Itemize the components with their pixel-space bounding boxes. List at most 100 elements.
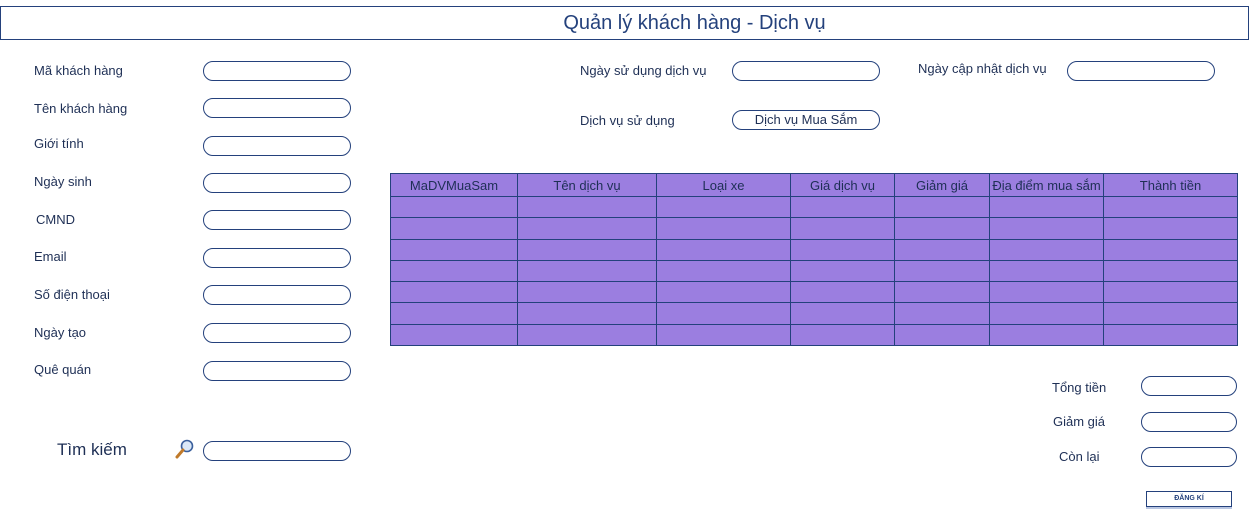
table-cell[interactable]	[790, 281, 895, 304]
table-cell[interactable]	[790, 195, 895, 219]
table-cell[interactable]	[390, 281, 518, 304]
table-cell[interactable]	[894, 323, 990, 347]
total-label: Tổng tiền	[1052, 380, 1107, 395]
table-row[interactable]	[390, 238, 1238, 261]
table-cell[interactable]	[1103, 281, 1238, 304]
phone-field[interactable]	[203, 285, 351, 305]
table-row[interactable]	[390, 217, 1238, 240]
table-cell[interactable]	[894, 302, 990, 325]
gender-label: Giới tính	[34, 136, 84, 151]
table-header-row: MaDVMuaSam Tên dịch vụ Loại xe Giá dịch …	[390, 173, 1238, 197]
created-date-label: Ngày tạo	[34, 325, 87, 340]
magnifier-icon[interactable]	[174, 438, 196, 460]
table-cell[interactable]	[1103, 302, 1238, 325]
email-field[interactable]	[203, 248, 351, 268]
gender-field[interactable]	[203, 136, 351, 156]
table-row[interactable]	[390, 195, 1238, 219]
table-cell[interactable]	[790, 302, 895, 325]
search-label: Tìm kiếm	[57, 440, 127, 459]
table-cell[interactable]	[790, 238, 895, 261]
total-field[interactable]	[1141, 376, 1237, 396]
table-cell[interactable]	[390, 302, 518, 325]
table-cell[interactable]	[390, 217, 518, 240]
customer-id-label: Mã khách hàng	[34, 63, 123, 78]
table-cell[interactable]	[989, 217, 1104, 240]
table-cell[interactable]	[517, 281, 657, 304]
table-cell[interactable]	[517, 195, 657, 219]
col-header-giam-gia[interactable]: Giảm giá	[894, 173, 990, 197]
table-cell[interactable]	[390, 195, 518, 219]
email-label: Email	[34, 249, 67, 264]
id-card-field[interactable]	[203, 210, 351, 230]
table-cell[interactable]	[989, 195, 1104, 219]
table-cell[interactable]	[517, 217, 657, 240]
table-cell[interactable]	[656, 323, 791, 347]
service-date-field[interactable]	[732, 61, 880, 81]
table-cell[interactable]	[656, 281, 791, 304]
table-cell[interactable]	[894, 217, 990, 240]
table-row[interactable]	[390, 259, 1238, 283]
remaining-field[interactable]	[1141, 447, 1237, 467]
table-cell[interactable]	[656, 259, 791, 283]
service-update-date-label: Ngày cập nhật dịch vụ	[918, 61, 1047, 76]
table-row[interactable]	[390, 323, 1238, 347]
table-cell[interactable]	[1103, 238, 1238, 261]
customer-name-field[interactable]	[203, 98, 351, 118]
table-cell[interactable]	[517, 323, 657, 347]
table-cell[interactable]	[390, 238, 518, 261]
service-used-label: Dịch vụ sử dụng	[580, 113, 675, 128]
page-title: Quản lý khách hàng - Dịch vụ	[563, 12, 826, 34]
service-date-label: Ngày sử dụng dịch vụ	[580, 63, 707, 78]
table-cell[interactable]	[1103, 217, 1238, 240]
table-cell[interactable]	[517, 259, 657, 283]
birthdate-label: Ngày sinh	[34, 174, 92, 189]
hometown-field[interactable]	[203, 361, 351, 381]
birthdate-field[interactable]	[203, 173, 351, 193]
table-row[interactable]	[390, 302, 1238, 325]
col-header-madvmuasam[interactable]: MaDVMuaSam	[390, 173, 518, 197]
col-header-loai-xe[interactable]: Loại xe	[656, 173, 791, 197]
col-header-gia-dich-vu[interactable]: Giá dịch vụ	[790, 173, 895, 197]
customer-name-label: Tên khách hàng	[34, 101, 128, 116]
table-cell[interactable]	[656, 195, 791, 219]
table-cell[interactable]	[989, 323, 1104, 347]
search-input[interactable]	[203, 441, 351, 461]
table-cell[interactable]	[989, 238, 1104, 261]
table-row[interactable]	[390, 281, 1238, 304]
table-cell[interactable]	[894, 195, 990, 219]
table-cell[interactable]	[656, 217, 791, 240]
col-header-thanh-tien[interactable]: Thành tiền	[1103, 173, 1238, 197]
discount-field[interactable]	[1141, 412, 1237, 432]
table-cell[interactable]	[390, 323, 518, 347]
table-cell[interactable]	[989, 259, 1104, 283]
table-cell[interactable]	[989, 302, 1104, 325]
service-used-field[interactable]: Dịch vụ Mua Sắm	[732, 110, 880, 130]
table-cell[interactable]	[390, 259, 518, 283]
col-header-ten-dich-vu[interactable]: Tên dịch vụ	[517, 173, 657, 197]
remaining-label: Còn lại	[1059, 449, 1100, 464]
table-cell[interactable]	[517, 302, 657, 325]
table-cell[interactable]	[894, 259, 990, 283]
table-cell[interactable]	[989, 281, 1104, 304]
table-cell[interactable]	[790, 259, 895, 283]
table-cell[interactable]	[656, 238, 791, 261]
table-cell[interactable]	[1103, 195, 1238, 219]
created-date-field[interactable]	[203, 323, 351, 343]
table-cell[interactable]	[656, 302, 791, 325]
table-cell[interactable]	[894, 281, 990, 304]
customer-id-field[interactable]	[203, 61, 351, 81]
register-button[interactable]: ĐĂNG KÍ	[1146, 491, 1232, 507]
hometown-label: Quê quán	[34, 362, 92, 377]
id-card-label: CMND	[36, 212, 75, 227]
title-bar: Quản lý khách hàng - Dịch vụ	[0, 6, 1249, 40]
col-header-dia-diem[interactable]: Địa điểm mua sắm	[989, 173, 1104, 197]
discount-label: Giảm giá	[1053, 414, 1106, 429]
table-cell[interactable]	[894, 238, 990, 261]
table-cell[interactable]	[517, 238, 657, 261]
table-cell[interactable]	[1103, 259, 1238, 283]
service-update-date-field[interactable]	[1067, 61, 1215, 81]
table-cell[interactable]	[1103, 323, 1238, 347]
service-table: MaDVMuaSam Tên dịch vụ Loại xe Giá dịch …	[390, 173, 1238, 347]
table-cell[interactable]	[790, 323, 895, 347]
table-cell[interactable]	[790, 217, 895, 240]
